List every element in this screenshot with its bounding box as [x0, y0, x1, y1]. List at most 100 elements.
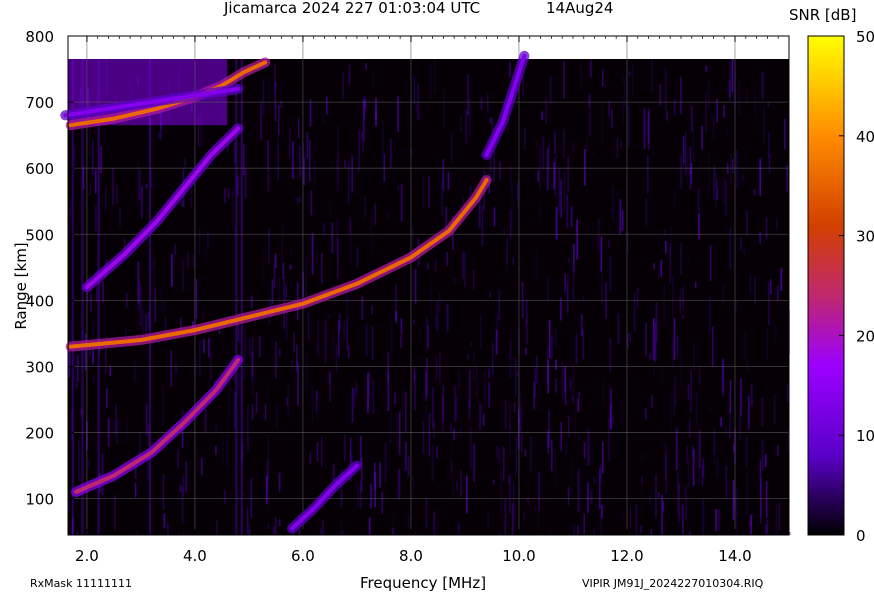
- noise-streak: [303, 157, 305, 186]
- noise-streak: [581, 314, 583, 336]
- noise-streak: [285, 308, 288, 341]
- colorbar-bar: [807, 35, 845, 536]
- noise-streak: [712, 115, 715, 139]
- noise-streak: [689, 168, 692, 190]
- noise-streak: [460, 114, 462, 133]
- noise-streak: [654, 322, 657, 362]
- noise-streak: [715, 508, 717, 532]
- noise-streak: [666, 243, 669, 256]
- noise-streak: [730, 154, 732, 184]
- noise-streak: [248, 524, 251, 535]
- noise-streak: [316, 441, 319, 462]
- noise-streak: [695, 282, 697, 288]
- noise-streak: [167, 523, 169, 535]
- noise-streak: [227, 188, 230, 199]
- noise-streak: [462, 251, 464, 280]
- noise-streak: [753, 189, 756, 196]
- noise-streak: [498, 448, 500, 465]
- noise-streak: [340, 492, 343, 508]
- noise-streak: [277, 136, 279, 179]
- noise-streak: [364, 197, 366, 219]
- noise-streak: [78, 440, 80, 481]
- noise-streak: [415, 104, 418, 114]
- noise-streak: [761, 440, 764, 471]
- noise-streak: [509, 209, 512, 241]
- noise-streak: [305, 256, 307, 298]
- noise-streak: [267, 173, 270, 192]
- noise-streak: [662, 501, 664, 512]
- noise-streak: [434, 259, 437, 272]
- noise-streak: [182, 259, 184, 292]
- x-tick-label: 14.0: [718, 547, 751, 565]
- noise-streak: [548, 319, 551, 359]
- noise-streak: [765, 525, 767, 534]
- noise-streak: [279, 349, 281, 357]
- noise-streak: [145, 313, 147, 336]
- noise-streak: [251, 337, 254, 381]
- noise-streak: [481, 205, 484, 247]
- noise-streak: [715, 180, 718, 188]
- noise-streak: [776, 285, 779, 301]
- noise-streak: [636, 287, 639, 307]
- noise-streak: [435, 357, 438, 380]
- noise-streak: [316, 399, 318, 420]
- noise-streak: [413, 320, 415, 325]
- noise-streak: [470, 341, 472, 347]
- noise-streak: [620, 141, 622, 148]
- noise-streak: [344, 159, 346, 168]
- noise-streak: [506, 238, 508, 264]
- noise-streak: [205, 247, 207, 264]
- noise-streak: [707, 80, 710, 109]
- noise-streak: [746, 473, 748, 516]
- noise-streak: [780, 267, 783, 291]
- noise-streak: [381, 491, 384, 514]
- noise-streak: [469, 97, 471, 136]
- noise-streak: [687, 384, 690, 400]
- noise-streak: [370, 483, 372, 509]
- interference-line: [81, 59, 84, 535]
- noise-streak: [351, 156, 353, 193]
- noise-streak: [177, 449, 179, 469]
- noise-streak: [760, 478, 762, 518]
- noise-streak: [752, 513, 754, 520]
- noise-streak: [428, 175, 430, 208]
- noise-streak: [567, 489, 570, 506]
- noise-streak: [686, 149, 689, 183]
- noise-streak: [661, 494, 663, 535]
- noise-streak: [498, 289, 501, 321]
- noise-streak: [215, 445, 217, 455]
- noise-streak: [77, 354, 79, 383]
- noise-streak: [112, 168, 114, 205]
- noise-streak: [592, 151, 595, 156]
- noise-streak: [162, 474, 165, 511]
- noise-streak: [425, 404, 428, 418]
- noise-streak: [576, 219, 578, 260]
- noise-streak: [763, 106, 765, 143]
- noise-streak: [695, 392, 698, 427]
- noise-streak: [593, 476, 596, 484]
- noise-streak: [395, 284, 397, 321]
- noise-streak: [651, 59, 654, 93]
- rxmask-label: RxMask 11111111: [30, 577, 132, 590]
- noise-streak: [680, 242, 682, 275]
- noise-streak: [198, 229, 201, 255]
- noise-streak: [361, 295, 363, 320]
- noise-streak: [307, 312, 310, 341]
- noise-streak: [347, 345, 350, 358]
- noise-streak: [290, 244, 292, 257]
- noise-streak: [622, 513, 624, 520]
- noise-streak: [577, 398, 580, 412]
- noise-streak: [509, 475, 511, 514]
- noise-streak: [271, 279, 274, 304]
- noise-streak: [475, 364, 478, 398]
- noise-streak: [251, 404, 254, 420]
- noise-streak: [400, 184, 403, 222]
- noise-streak: [729, 407, 731, 438]
- noise-streak: [163, 513, 166, 529]
- noise-streak: [692, 127, 695, 161]
- noise-streak: [460, 470, 462, 498]
- x-tick-label: 12.0: [610, 547, 643, 565]
- noise-streak: [669, 225, 672, 259]
- x-tick-label: 10.0: [502, 547, 535, 565]
- noise-streak: [736, 487, 738, 531]
